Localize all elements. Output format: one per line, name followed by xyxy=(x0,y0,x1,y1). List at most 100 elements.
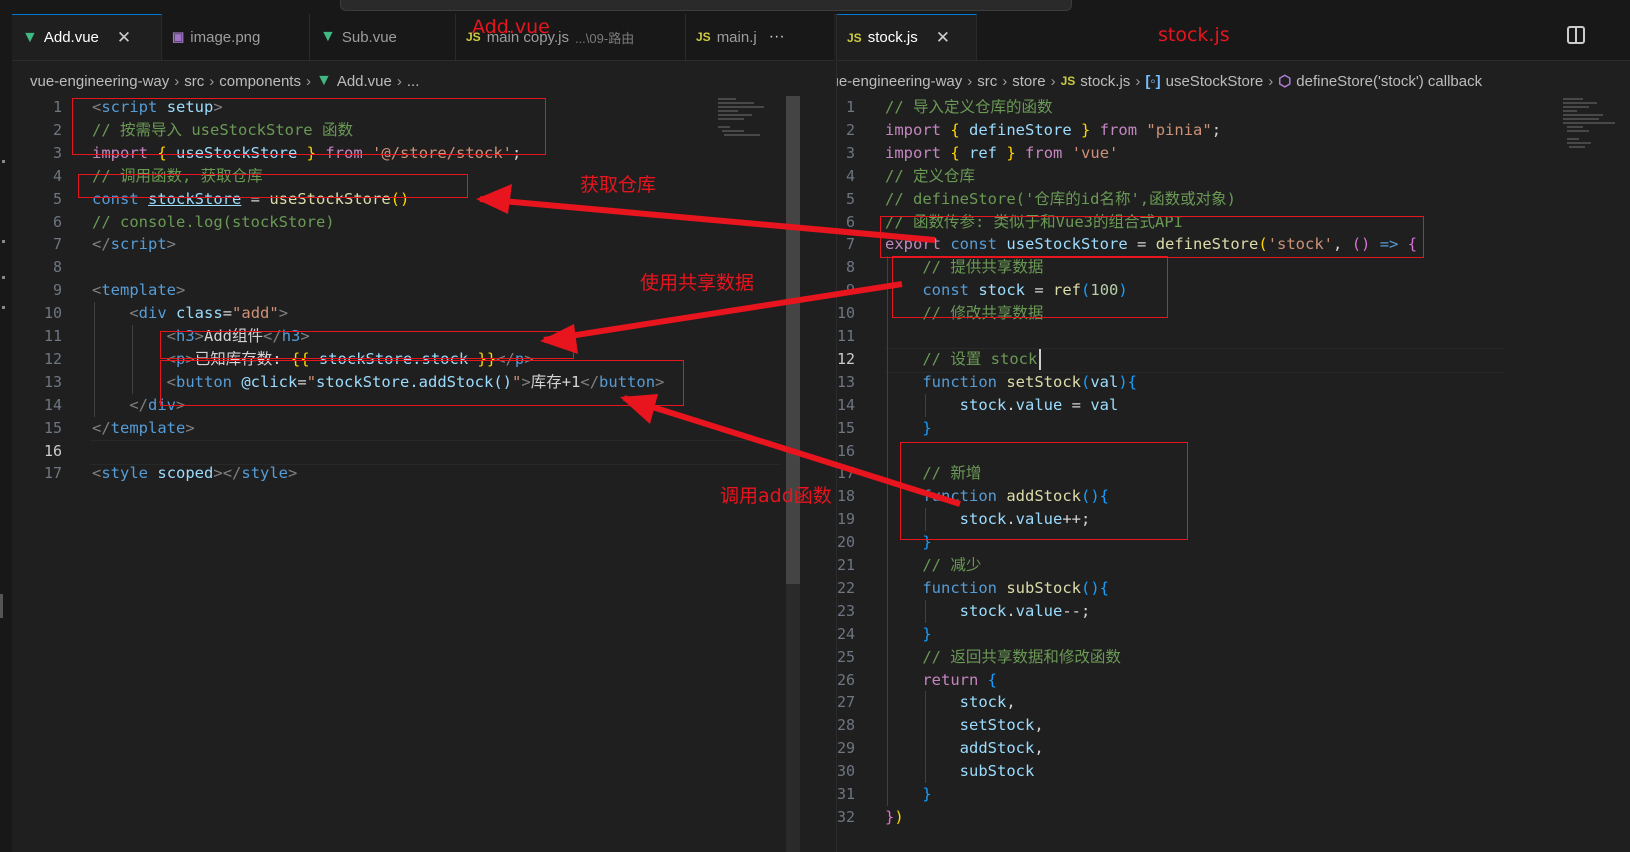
breadcrumb-item[interactable]: vue-engineering-way xyxy=(837,73,962,90)
code-token: stock xyxy=(959,510,1007,528)
code-line: 14 </div> xyxy=(12,394,834,417)
code-text: function setStock(val){ xyxy=(885,371,1137,394)
breadcrumb-item[interactable]: components xyxy=(219,73,301,90)
tab-stock-js[interactable]: JS stock.js ✕ xyxy=(837,14,977,60)
breadcrumb-item[interactable]: ... xyxy=(407,73,420,90)
command-center[interactable] xyxy=(340,0,1072,11)
breadcrumb-item[interactable]: vue-engineering-way xyxy=(30,73,169,90)
code-line: 1 <script setup> xyxy=(12,96,834,119)
code-token: div xyxy=(148,396,176,414)
code-editor-add-vue[interactable]: 1 <script setup> 2// 按需导入 useStockStore 函数… xyxy=(12,96,834,852)
minimap[interactable] xyxy=(1563,96,1623,156)
breadcrumb-item[interactable]: Add.vue xyxy=(337,73,392,90)
activity-dot xyxy=(2,276,5,279)
code-text: // console.log(stockStore) xyxy=(92,211,335,234)
breadcrumb-item[interactable]: store xyxy=(1012,73,1045,90)
code-token: ; xyxy=(1211,121,1222,139)
code-line: 15 } xyxy=(837,417,1630,440)
code-text: import { ref } from 'vue' xyxy=(885,142,1118,165)
line-number: 26 xyxy=(837,671,856,689)
line-number: 8 xyxy=(52,258,62,276)
code-token: // 修改共享数据 xyxy=(922,304,1044,322)
code-text: const stockStore = useStockStore() xyxy=(92,188,409,211)
breadcrumb-item[interactable]: defineStore('stock') callback xyxy=(1296,73,1482,90)
code-line: 25 // 返回共享数据和修改函数 xyxy=(837,646,1630,669)
line-number: 12 xyxy=(837,350,856,368)
scrollbar-thumb[interactable] xyxy=(786,96,800,584)
vertical-scrollbar[interactable] xyxy=(786,96,800,852)
code-token: () xyxy=(1351,235,1371,253)
code-line: 12 <p>已知库存数: {{ stockStore.stock }}</p> xyxy=(12,348,834,371)
minimap[interactable] xyxy=(718,96,778,156)
line-number: 1 xyxy=(52,98,62,116)
code-line: 19 stock.value++; xyxy=(837,508,1630,531)
code-editor-stock-js[interactable]: 1 // 导入定义仓库的函数 2 import { defineStore } fro… xyxy=(837,96,1630,852)
tab-add-vue[interactable]: ▼ Add.vue ✕ xyxy=(12,14,162,60)
code-token: stock xyxy=(978,281,1026,299)
code-line: 20 } xyxy=(837,531,1630,554)
more-icon[interactable]: ··· xyxy=(769,28,785,46)
tab-path: ...\09-路由 xyxy=(574,30,635,46)
code-line: 13 <button @click="stockStore.addStock()… xyxy=(12,371,834,394)
code-line: 9 <template> xyxy=(12,279,834,302)
code-token: p xyxy=(176,350,186,368)
code-token: --; xyxy=(1062,602,1091,620)
code-token: // 导入定义仓库的函数 xyxy=(885,98,1053,116)
line-number: 9 xyxy=(52,281,62,299)
tab-main-copy-js[interactable]: JS main copy.js ...\09-路由 xyxy=(456,14,686,60)
split-editor-icon[interactable] xyxy=(1567,26,1585,44)
code-token: from xyxy=(1025,144,1063,162)
code-token: ) xyxy=(1118,281,1128,299)
code-token: ( xyxy=(1080,373,1091,391)
code-token: div xyxy=(138,304,167,322)
code-line: 12 // 设置 stock xyxy=(837,348,1630,371)
breadcrumb-item[interactable]: src xyxy=(977,73,997,90)
code-text: // 调用函数, 获取仓库 xyxy=(92,165,263,188)
code-token: " xyxy=(306,373,317,391)
code-token: defineStore xyxy=(1155,235,1259,253)
line-number: 27 xyxy=(837,693,856,711)
code-text: import { defineStore } from "pinia"; xyxy=(885,119,1221,142)
code-token: function xyxy=(922,373,997,391)
line-number: 28 xyxy=(837,716,856,734)
code-token: = xyxy=(222,304,233,322)
line-number: 12 xyxy=(43,350,62,368)
tab-main-js[interactable]: JS main.j ··· xyxy=(686,14,834,60)
code-token: </ xyxy=(129,396,148,414)
activity-dot xyxy=(2,306,5,309)
code-token: stockStore xyxy=(148,190,242,208)
code-token: button xyxy=(599,373,656,391)
code-token: </ xyxy=(580,373,600,391)
code-line: 5 // defineStore('仓库的id名称',函数或对象) xyxy=(837,188,1630,211)
tab-image-png[interactable]: ▣ image.png xyxy=(162,14,310,60)
close-icon[interactable]: ✕ xyxy=(117,28,131,48)
code-token: ref xyxy=(959,144,1007,162)
breadcrumb-item[interactable]: useStockStore xyxy=(1166,73,1264,90)
breadcrumb-item[interactable]: stock.js xyxy=(1080,73,1130,90)
close-icon[interactable]: ✕ xyxy=(936,28,950,48)
code-token: style xyxy=(101,464,149,482)
code-token: setStock xyxy=(1006,373,1081,391)
code-text: stock, xyxy=(885,691,1016,714)
code-line: 11 xyxy=(837,325,1630,348)
tab-sub-vue[interactable]: ▼ Sub.vue xyxy=(310,14,456,60)
code-token: addStock xyxy=(1006,487,1081,505)
code-token: } xyxy=(306,144,317,162)
code-token: setStock xyxy=(959,716,1035,734)
breadcrumb-item[interactable]: src xyxy=(184,73,204,90)
code-token: { xyxy=(1407,235,1418,253)
code-line: 15 </template> xyxy=(12,417,834,440)
code-token: < xyxy=(166,373,176,391)
code-line: 32}) xyxy=(837,806,1630,829)
code-text: } xyxy=(885,623,931,646)
